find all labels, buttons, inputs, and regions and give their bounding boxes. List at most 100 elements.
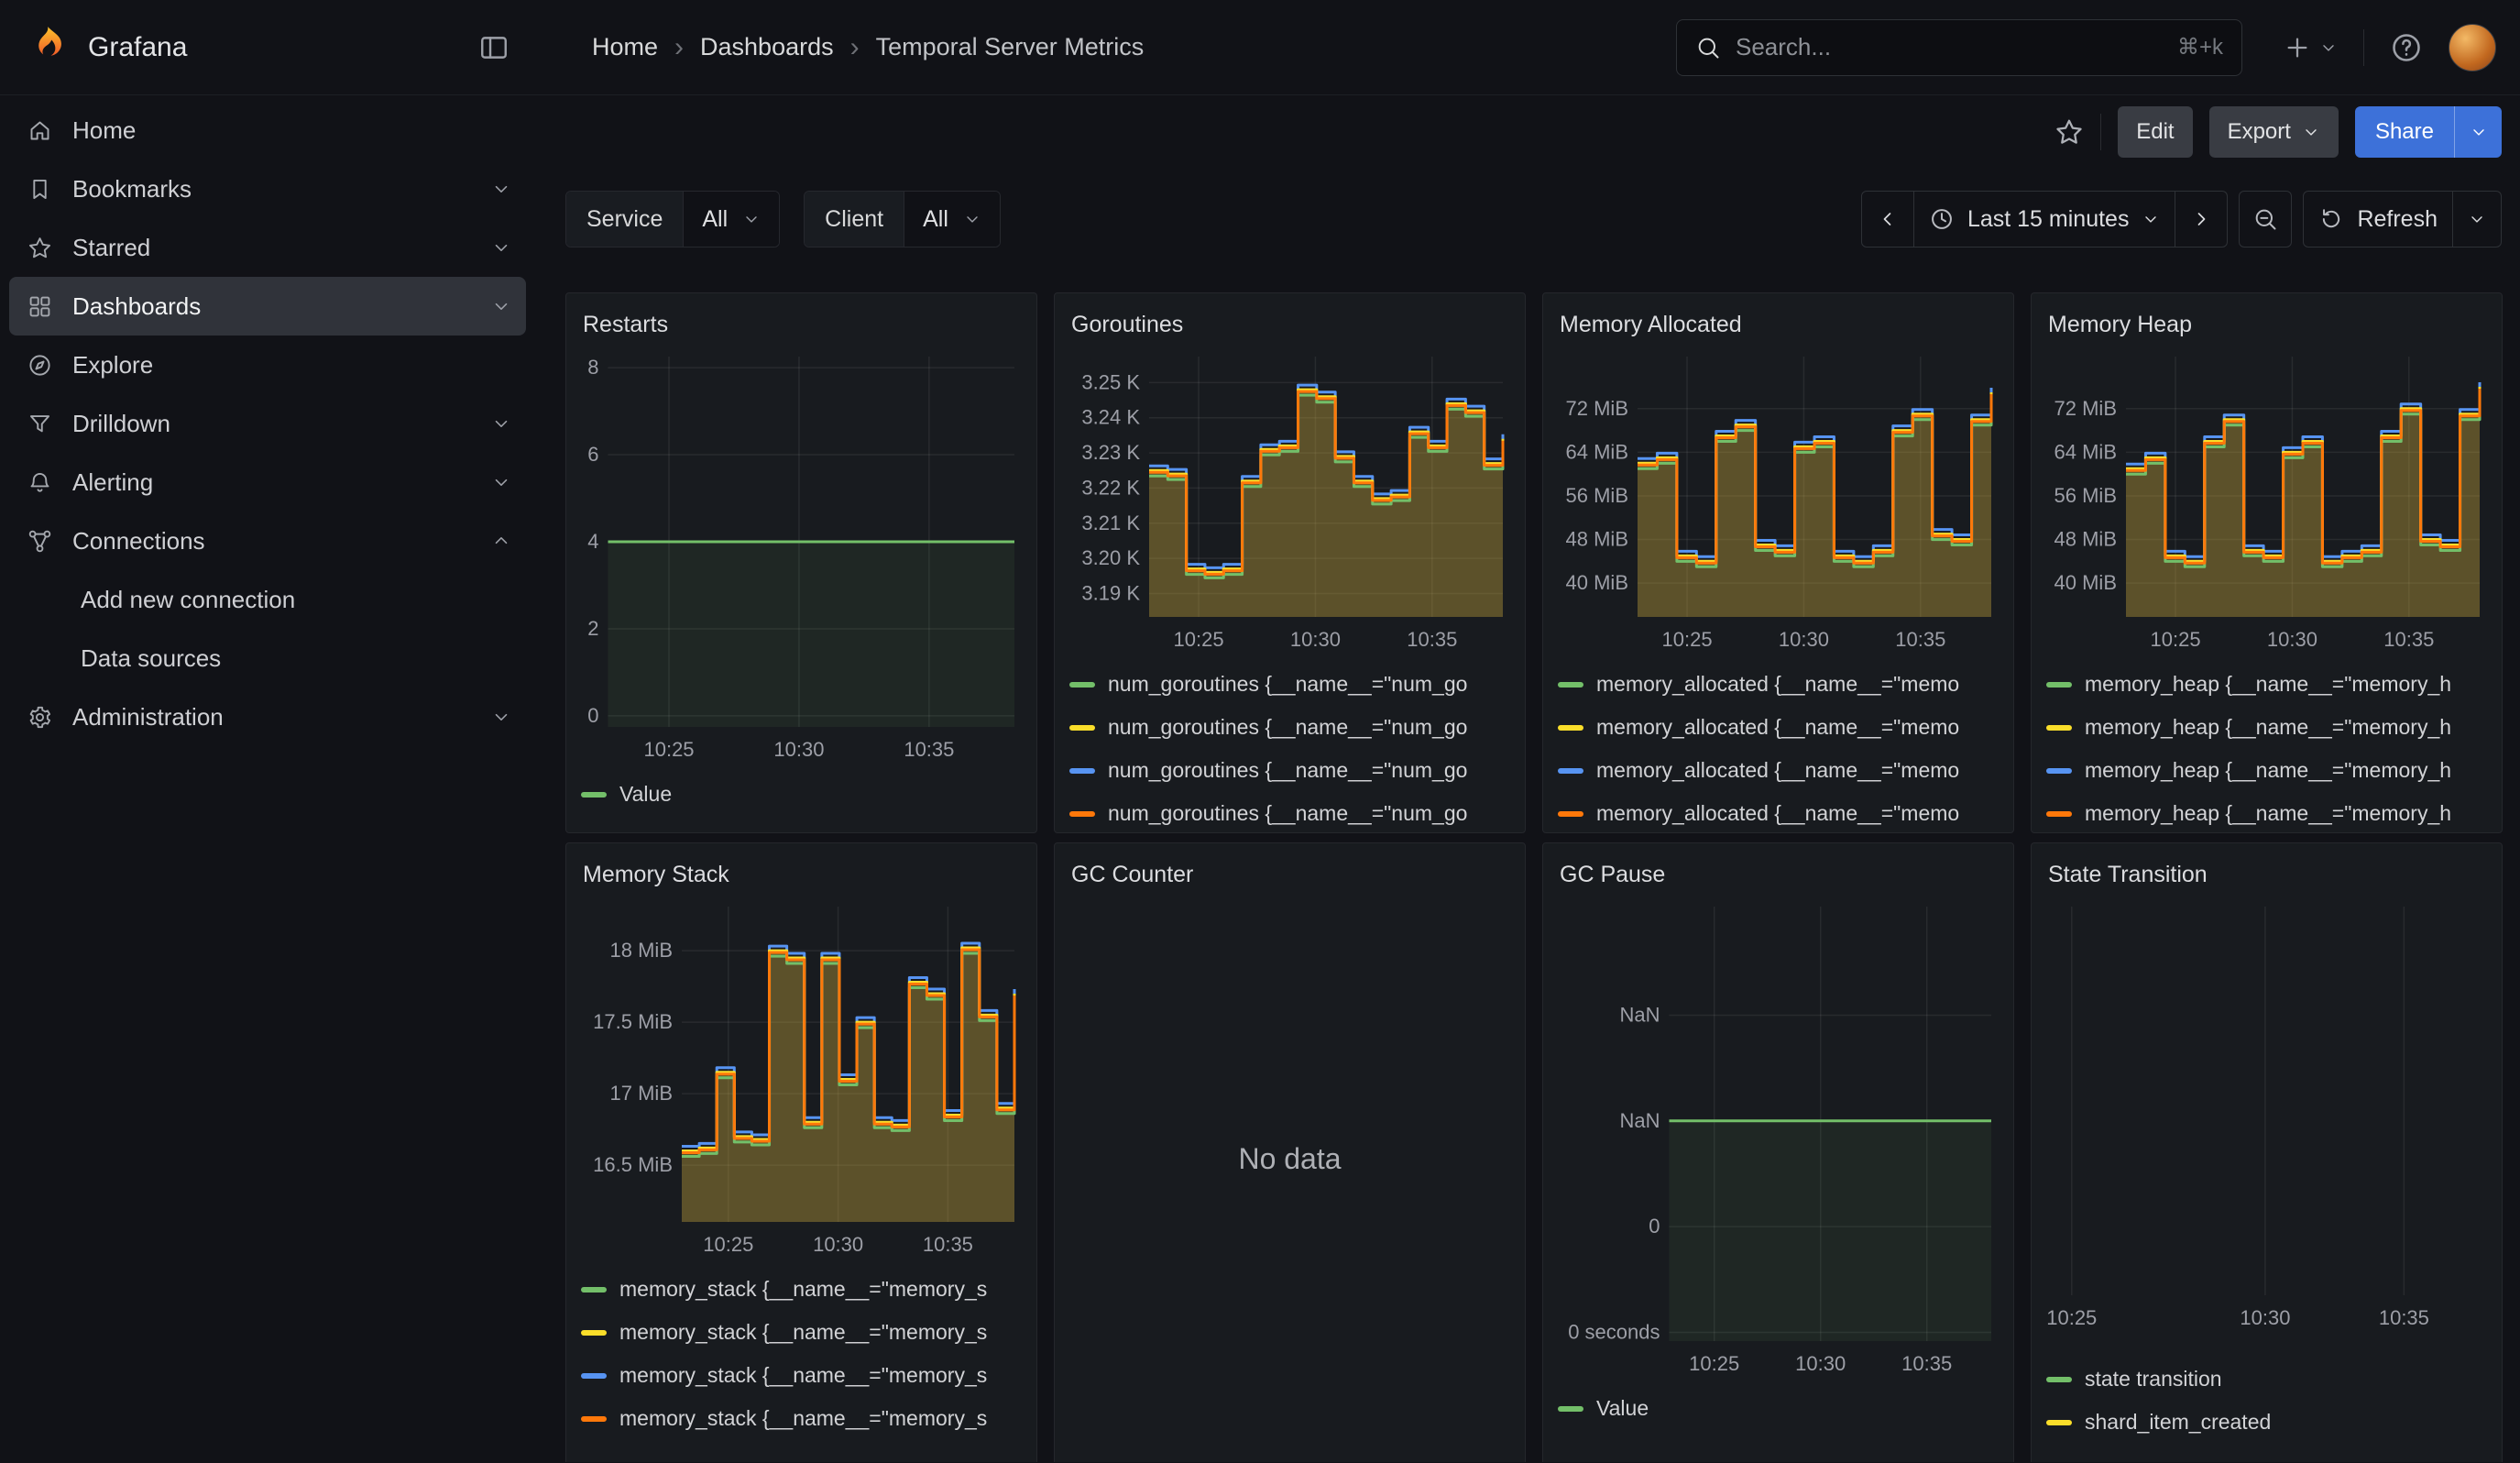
grafana-logo-icon[interactable] bbox=[26, 24, 68, 71]
sidebar-item-connections[interactable]: Connections bbox=[9, 512, 526, 570]
legend-item[interactable]: memory_allocated {__name__="memo bbox=[1558, 706, 1999, 749]
legend-item[interactable]: memory_stack {__name__="memory_s bbox=[581, 1397, 1022, 1440]
legend-item[interactable]: memory_allocated {__name__="memo bbox=[1558, 792, 1999, 833]
sidebar-item-label: Administration bbox=[72, 703, 224, 732]
sidebar-item-explore[interactable]: Explore bbox=[9, 336, 526, 394]
time-shift-back-button[interactable] bbox=[1862, 192, 1913, 247]
legend-item[interactable]: state transition bbox=[2046, 1358, 2487, 1401]
time-range-picker[interactable]: Last 15 minutes bbox=[1913, 192, 2175, 247]
share-menu-button[interactable] bbox=[2454, 106, 2502, 158]
chevron-down-icon bbox=[742, 210, 761, 228]
clock-icon bbox=[1929, 206, 1955, 232]
breadcrumb-home[interactable]: Home bbox=[592, 33, 658, 61]
variable-label: Client bbox=[805, 192, 904, 247]
export-button[interactable]: Export bbox=[2209, 106, 2339, 158]
legend-item[interactable]: num_goroutines {__name__="num_go bbox=[1069, 749, 1510, 792]
panel-title[interactable]: Memory Allocated bbox=[1560, 312, 1999, 338]
timeseries-chart[interactable]: 18 MiB17.5 MiB17 MiB16.5 MiB10:2510:3010… bbox=[581, 901, 1022, 1259]
legend-label: num_goroutines {__name__="num_go bbox=[1108, 715, 1467, 740]
variable-service-select[interactable]: All bbox=[683, 192, 779, 247]
legend-item[interactable]: memory_allocated {__name__="memo bbox=[1558, 749, 1999, 792]
sidebar-item-data-sources[interactable]: Data sources bbox=[9, 629, 526, 688]
legend-item[interactable]: num_goroutines {__name__="num_go bbox=[1069, 706, 1510, 749]
legend-item[interactable]: shard_item_created bbox=[2046, 1401, 2487, 1444]
chevron-up-icon[interactable] bbox=[491, 531, 511, 551]
refresh-interval-button[interactable] bbox=[2452, 192, 2501, 247]
chevron-down-icon[interactable] bbox=[491, 237, 511, 258]
legend-swatch bbox=[1558, 768, 1583, 774]
time-shift-forward-button[interactable] bbox=[2175, 192, 2227, 247]
legend-item[interactable]: memory_heap {__name__="memory_h bbox=[2046, 706, 2487, 749]
legend-item[interactable]: memory_allocated {__name__="memo bbox=[1558, 663, 1999, 706]
legend-item[interactable]: Value bbox=[581, 773, 1022, 816]
sidebar-item-dashboards[interactable]: Dashboards bbox=[9, 277, 526, 336]
divider bbox=[2363, 29, 2364, 66]
timeseries-chart[interactable]: 72 MiB64 MiB56 MiB48 MiB40 MiB10:2510:30… bbox=[2046, 351, 2487, 654]
svg-text:56 MiB: 56 MiB bbox=[2054, 484, 2117, 507]
legend-item[interactable]: memory_stack {__name__="memory_s bbox=[581, 1354, 1022, 1397]
legend-item[interactable]: memory_heap {__name__="memory_h bbox=[2046, 663, 2487, 706]
chevron-down-icon[interactable] bbox=[491, 472, 511, 492]
legend-label: memory_allocated {__name__="memo bbox=[1596, 672, 1959, 697]
compass-icon bbox=[27, 353, 52, 378]
chevron-down-icon[interactable] bbox=[491, 413, 511, 434]
legend-item[interactable]: Value bbox=[1558, 1387, 1999, 1430]
legend-item[interactable]: num_goroutines {__name__="num_go bbox=[1069, 663, 1510, 706]
bookmark-icon bbox=[27, 177, 52, 202]
breadcrumb: Home › Dashboards › Temporal Server Metr… bbox=[592, 32, 1144, 63]
panel-title[interactable]: GC Pause bbox=[1560, 862, 1999, 888]
sidebar-item-drilldown[interactable]: Drilldown bbox=[9, 394, 526, 453]
panel-title[interactable]: Goroutines bbox=[1071, 312, 1510, 338]
panel-gc-pause: GC Pause NaNNaN00 seconds10:2510:3010:35… bbox=[1542, 842, 2014, 1462]
refresh-button[interactable]: Refresh bbox=[2304, 192, 2452, 247]
sidebar-toggle-icon[interactable] bbox=[478, 32, 509, 63]
legend-item[interactable]: memory_stack {__name__="memory_s bbox=[581, 1311, 1022, 1354]
legend-item[interactable]: num_goroutines {__name__="num_go bbox=[1069, 792, 1510, 833]
search-box[interactable]: ⌘+k bbox=[1676, 19, 2242, 76]
sidebar-item-alerting[interactable]: Alerting bbox=[9, 453, 526, 512]
chevron-down-icon bbox=[2319, 38, 2338, 57]
share-button[interactable]: Share bbox=[2355, 106, 2454, 158]
timeseries-chart[interactable]: 72 MiB64 MiB56 MiB48 MiB40 MiB10:2510:30… bbox=[1558, 351, 1999, 654]
svg-text:10:35: 10:35 bbox=[1895, 628, 1945, 651]
zoom-out-button[interactable] bbox=[2239, 191, 2292, 248]
sidebar-item-bookmarks[interactable]: Bookmarks bbox=[9, 160, 526, 218]
panel-title[interactable]: Memory Stack bbox=[583, 862, 1022, 888]
chevron-down-icon bbox=[963, 210, 981, 228]
panel-title[interactable]: Restarts bbox=[583, 312, 1022, 338]
legend-swatch bbox=[581, 792, 607, 798]
sidebar-item-add-new-connection[interactable]: Add new connection bbox=[9, 570, 526, 629]
breadcrumb-dashboards[interactable]: Dashboards bbox=[700, 33, 834, 61]
search-input[interactable] bbox=[1736, 33, 2163, 61]
help-icon[interactable] bbox=[2390, 31, 2423, 64]
chevron-down-icon[interactable] bbox=[491, 179, 511, 199]
chart-legend: state transitionshard_item_created bbox=[2046, 1358, 2487, 1444]
legend-item[interactable]: memory_heap {__name__="memory_h bbox=[2046, 749, 2487, 792]
avatar[interactable] bbox=[2449, 24, 2496, 72]
svg-text:10:35: 10:35 bbox=[1901, 1352, 1952, 1375]
chart-legend: Value bbox=[1558, 1387, 1999, 1430]
legend-item[interactable]: memory_heap {__name__="memory_h bbox=[2046, 792, 2487, 833]
panel-title[interactable]: GC Counter bbox=[1071, 862, 1510, 888]
chevron-down-icon[interactable] bbox=[491, 296, 511, 316]
sidebar-item-administration[interactable]: Administration bbox=[9, 688, 526, 746]
connections-icon bbox=[27, 529, 52, 554]
chevron-down-icon[interactable] bbox=[491, 707, 511, 727]
panel-title[interactable]: State Transition bbox=[2048, 862, 2487, 888]
panel-gc-counter: GC Counter No data bbox=[1054, 842, 1526, 1462]
favorite-star-icon[interactable] bbox=[2054, 117, 2084, 147]
sidebar-item-home[interactable]: Home bbox=[9, 101, 526, 160]
panel-title[interactable]: Memory Heap bbox=[2048, 312, 2487, 338]
add-menu-button[interactable] bbox=[2283, 33, 2338, 62]
variable-client-select[interactable]: All bbox=[904, 192, 1000, 247]
sidebar-item-starred[interactable]: Starred bbox=[9, 218, 526, 277]
timeseries-chart[interactable]: 10:2510:3010:35 bbox=[2046, 901, 2487, 1332]
timeseries-chart[interactable]: 3.25 K3.24 K3.23 K3.22 K3.21 K3.20 K3.19… bbox=[1069, 351, 1510, 654]
legend-label: Value bbox=[1596, 1396, 1649, 1421]
timeseries-chart[interactable]: NaNNaN00 seconds10:2510:3010:35 bbox=[1558, 901, 1999, 1378]
legend-swatch bbox=[2046, 811, 2072, 817]
timeseries-chart[interactable]: 8642010:2510:3010:35 bbox=[581, 351, 1022, 764]
edit-button[interactable]: Edit bbox=[2118, 106, 2192, 158]
legend-item[interactable]: memory_stack {__name__="memory_s bbox=[581, 1268, 1022, 1311]
chevron-down-icon bbox=[2142, 210, 2160, 228]
